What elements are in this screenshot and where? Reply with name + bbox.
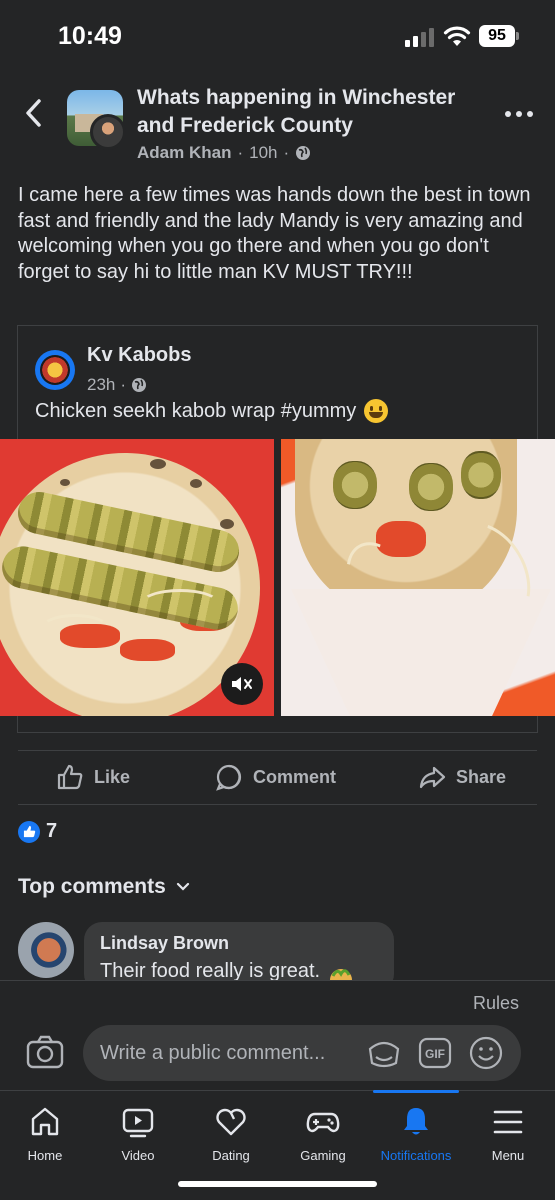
mute-toggle-button[interactable]: [221, 663, 263, 705]
page-avatar[interactable]: [35, 350, 75, 390]
comment-input[interactable]: [83, 1025, 521, 1081]
comment-body: Their food really is great.: [100, 960, 321, 982]
tab-video[interactable]: Video: [93, 1091, 183, 1171]
comment-sort-label: Top comments: [18, 875, 166, 898]
comment-bubble-icon: [216, 764, 242, 791]
tab-gaming[interactable]: Gaming: [278, 1091, 368, 1171]
photo-kabob-wrap-rolled[interactable]: [281, 439, 555, 716]
home-indicator: [178, 1181, 377, 1187]
share-arrow-icon: [419, 766, 446, 789]
tab-menu[interactable]: Menu: [463, 1091, 553, 1171]
speaker-muted-icon: [232, 677, 252, 691]
reaction-count: 7: [46, 820, 58, 842]
tab-dating-label: Dating: [212, 1148, 250, 1163]
shared-post-meta: 23h ·: [87, 375, 147, 395]
tab-home-label: Home: [27, 1148, 63, 1163]
shared-post-time: 23h: [87, 375, 116, 394]
emoji-icon[interactable]: [469, 1036, 503, 1070]
chevron-down-icon: [176, 882, 189, 891]
tab-video-label: Video: [121, 1148, 155, 1163]
battery-indicator: 95: [479, 25, 519, 47]
author-avatar[interactable]: [90, 114, 126, 150]
menu-icon: [493, 1110, 523, 1134]
thumbs-up-icon: [57, 764, 83, 790]
taco-emoji-icon: [330, 968, 353, 980]
tab-home[interactable]: Home: [0, 1091, 90, 1171]
wifi-icon: [443, 26, 471, 46]
globe-icon: [132, 378, 147, 392]
rules-link[interactable]: Rules: [473, 993, 519, 1014]
cellular-signal-icon: [405, 28, 434, 47]
gamepad-icon: [306, 1112, 340, 1133]
tab-notifications[interactable]: Notifications: [371, 1090, 461, 1171]
tab-dating[interactable]: Dating: [186, 1091, 276, 1171]
post-text: I came here a few times was hands down t…: [18, 184, 531, 283]
caption-text: Chicken seekh kabob wrap #yummy: [35, 399, 357, 422]
like-reaction-icon: [18, 820, 40, 843]
comment-button[interactable]: Comment: [215, 763, 336, 791]
post-header: Whats happening in Winchester and Freder…: [0, 80, 555, 172]
avatar-sticker-icon[interactable]: [366, 1035, 402, 1071]
tab-notifications-label: Notifications: [380, 1148, 452, 1163]
back-arrow-icon[interactable]: [20, 96, 48, 130]
shared-post-caption: Chicken seekh kabob wrap #yummy: [35, 399, 389, 423]
photo-kabob-wrap-open[interactable]: [0, 439, 274, 716]
author-name[interactable]: Adam Khan: [137, 143, 231, 163]
comment-composer: Rules GIF: [0, 980, 555, 1090]
post-actions-bar: Like Comment Share: [18, 750, 537, 805]
comment-bubble[interactable]: Lindsay Brown Their food really is great…: [84, 922, 394, 982]
video-icon: [122, 1108, 154, 1138]
camera-icon[interactable]: [26, 1035, 64, 1069]
comment-item: Lindsay Brown Their food really is great…: [18, 922, 538, 982]
post-time: 10h: [249, 143, 278, 162]
more-options-icon[interactable]: [505, 108, 537, 120]
commenter-avatar[interactable]: [18, 922, 74, 978]
page-name[interactable]: Kv Kabobs: [87, 344, 191, 367]
svg-text:GIF: GIF: [425, 1047, 445, 1061]
globe-icon: [296, 146, 311, 160]
post-meta: Adam Khan · 10h ·: [137, 143, 311, 163]
home-icon: [31, 1107, 59, 1136]
smiley-emoji-icon: [364, 399, 389, 423]
like-button[interactable]: Like: [56, 763, 130, 791]
tab-menu-label: Menu: [491, 1148, 525, 1163]
gif-icon[interactable]: GIF: [418, 1037, 452, 1069]
comment-text: Their food really is great.: [100, 960, 354, 982]
bell-icon: [404, 1108, 428, 1135]
photo-gallery: [0, 439, 555, 716]
share-button[interactable]: Share: [418, 763, 506, 791]
group-name[interactable]: Whats happening in Winchester and Freder…: [137, 84, 477, 140]
commenter-name[interactable]: Lindsay Brown: [100, 933, 229, 954]
tab-gaming-label: Gaming: [300, 1148, 346, 1163]
status-time: 10:49: [58, 22, 122, 50]
status-bar: 10:49 95: [0, 0, 555, 72]
heart-icon: [216, 1108, 246, 1136]
comment-sort-dropdown[interactable]: Top comments: [18, 875, 190, 899]
reaction-summary[interactable]: 7: [18, 820, 57, 843]
